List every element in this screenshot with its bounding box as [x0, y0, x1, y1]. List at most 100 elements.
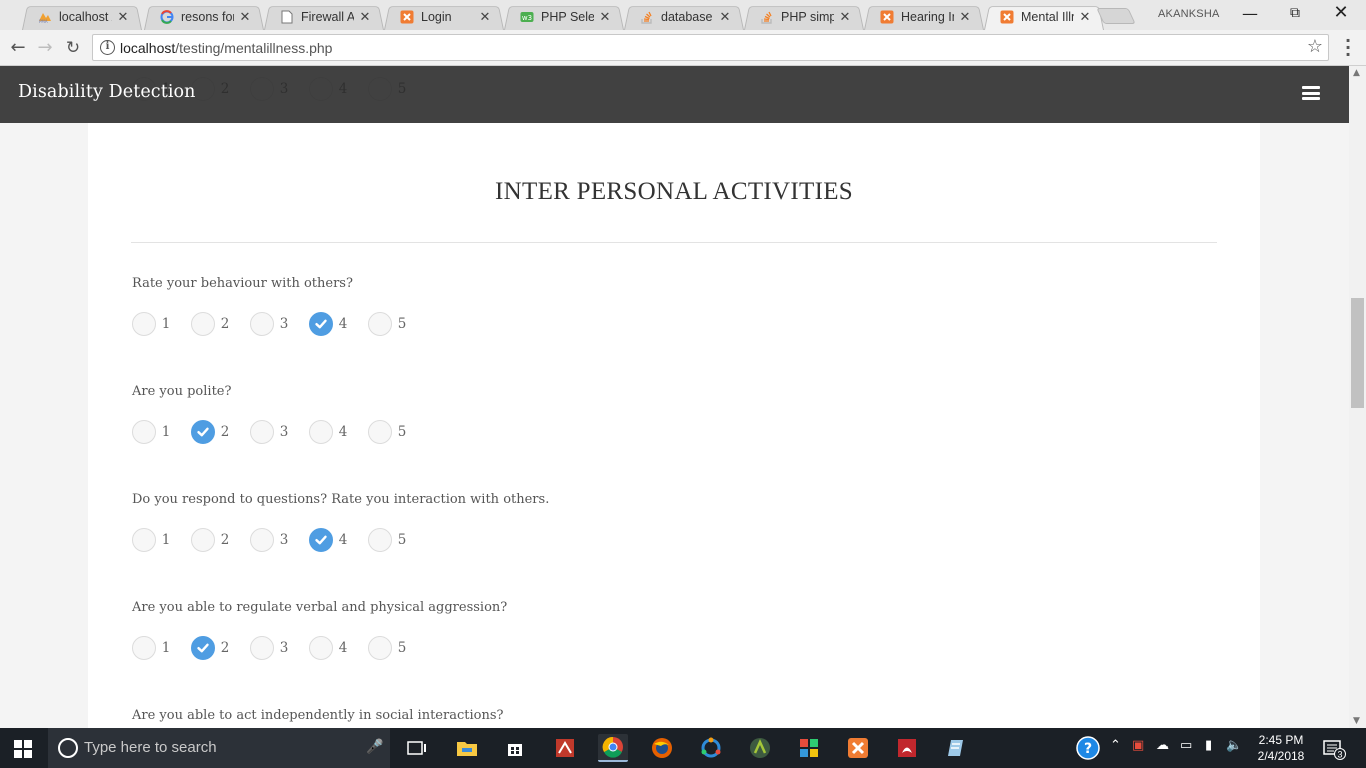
microphone-icon[interactable]: 🎤	[366, 739, 383, 755]
rating-option[interactable]: 1	[132, 312, 176, 336]
close-tab-icon[interactable]: ✕	[238, 9, 252, 25]
rating-option[interactable]: 2	[191, 528, 235, 552]
radio-checked[interactable]	[309, 528, 333, 552]
radio-checked[interactable]	[191, 636, 215, 660]
notepad-icon[interactable]	[941, 734, 971, 762]
browser-tab[interactable]: PHP simple ✕	[738, 4, 858, 30]
show-hidden-icons-icon[interactable]: ⌃	[1110, 738, 1121, 753]
rating-option[interactable]: 3	[250, 528, 294, 552]
rating-option[interactable]: 2	[191, 636, 235, 660]
rating-option[interactable]: 3	[250, 636, 294, 660]
rating-option[interactable]: 5	[368, 528, 412, 552]
close-tab-icon[interactable]: ✕	[358, 9, 372, 25]
rating-option[interactable]: 1	[132, 636, 176, 660]
close-tab-icon[interactable]: ✕	[958, 9, 972, 25]
restore-icon[interactable]: ⧉	[1280, 5, 1310, 21]
radio-button[interactable]	[132, 636, 156, 660]
close-tab-icon[interactable]: ✕	[116, 9, 130, 25]
radio-button[interactable]	[309, 636, 333, 660]
app-red-icon[interactable]	[550, 734, 580, 762]
onedrive-icon[interactable]: ☁	[1156, 738, 1169, 753]
rating-option[interactable]: 2	[191, 420, 235, 444]
xampp-icon[interactable]	[843, 734, 873, 762]
radio-button[interactable]	[368, 528, 392, 552]
rating-option[interactable]: 3	[250, 312, 294, 336]
rating-option[interactable]: 4	[309, 528, 353, 552]
bookmark-star-icon[interactable]: ☆	[1307, 36, 1323, 57]
scroll-up-arrow-icon[interactable]: ▲	[1353, 68, 1360, 78]
browser-tab[interactable]: resons for l ✕	[138, 4, 258, 30]
url-text[interactable]: localhost/testing/mentalillness.php	[120, 40, 332, 56]
rating-option[interactable]: 2	[191, 312, 235, 336]
browser-tab[interactable]: w3 PHP Select ✕	[498, 4, 618, 30]
browser-menu-icon[interactable]: · · ·	[1342, 33, 1354, 63]
action-center-icon[interactable]: 3	[1322, 738, 1348, 760]
rating-option[interactable]: 5	[368, 420, 412, 444]
page-scrollbar[interactable]: ▲ ▼	[1349, 66, 1366, 728]
rating-option[interactable]: 1	[132, 528, 176, 552]
minimize-icon[interactable]: —	[1235, 4, 1265, 23]
radio-checked[interactable]	[309, 312, 333, 336]
profile-name[interactable]: AKANKSHA	[1158, 8, 1220, 20]
taskbar-clock[interactable]: 2:45 PM 2/4/2018	[1250, 732, 1312, 764]
radio-checked[interactable]	[191, 420, 215, 444]
back-arrow-icon[interactable]: ←	[7, 37, 29, 59]
rating-option[interactable]: 4	[309, 636, 353, 660]
firefox-icon[interactable]	[647, 734, 677, 762]
browser-tab[interactable]: Mental Illne ✕	[978, 4, 1098, 30]
radio-button[interactable]	[191, 528, 215, 552]
windows-start-icon[interactable]	[14, 740, 32, 758]
reload-icon[interactable]: ↻	[62, 37, 84, 59]
radio-button[interactable]	[250, 420, 274, 444]
close-window-icon[interactable]: ✕	[1326, 2, 1356, 23]
info-icon[interactable]: i	[100, 40, 115, 55]
browser-tab[interactable]: Hearing Im ✕	[858, 4, 978, 30]
radio-button[interactable]	[250, 312, 274, 336]
radio-button[interactable]	[132, 420, 156, 444]
task-view-icon[interactable]	[402, 734, 432, 762]
rating-option[interactable]: 3	[250, 420, 294, 444]
taskbar-search-box[interactable]: Type here to search 🎤	[48, 728, 390, 768]
rating-option[interactable]: 1	[132, 420, 176, 444]
radio-button[interactable]	[368, 420, 392, 444]
file-explorer-icon[interactable]	[452, 734, 482, 762]
radio-button[interactable]	[309, 420, 333, 444]
network-icon[interactable]: ▭	[1180, 738, 1192, 753]
android-studio-icon[interactable]	[745, 734, 775, 762]
radio-button[interactable]	[250, 528, 274, 552]
rating-option[interactable]: 5	[368, 312, 412, 336]
site-brand[interactable]: Disability Detection	[18, 82, 196, 102]
battery-icon[interactable]: ▮	[1205, 738, 1212, 753]
browser-tab[interactable]: Firewall Aut ✕	[258, 4, 378, 30]
chrome-icon[interactable]	[598, 734, 628, 762]
radio-button[interactable]	[250, 636, 274, 660]
office-tiles-icon[interactable]	[794, 734, 824, 762]
forward-arrow-icon[interactable]: →	[34, 37, 56, 59]
scroll-down-arrow-icon[interactable]: ▼	[1353, 716, 1360, 726]
close-tab-icon[interactable]: ✕	[478, 9, 492, 25]
hamburger-menu-icon[interactable]	[1302, 86, 1320, 100]
radio-button[interactable]	[368, 312, 392, 336]
acrobat-icon[interactable]	[892, 734, 922, 762]
scrollbar-thumb[interactable]	[1351, 298, 1364, 408]
radio-button[interactable]	[191, 312, 215, 336]
close-tab-icon[interactable]: ✕	[598, 9, 612, 25]
address-bar[interactable]: i localhost/testing/mentalillness.php ☆	[92, 34, 1329, 61]
radio-button[interactable]	[132, 312, 156, 336]
help-icon[interactable]: ?	[1073, 734, 1103, 762]
browser-tab[interactable]: Login ✕	[378, 4, 498, 30]
radio-button[interactable]	[368, 636, 392, 660]
close-tab-icon[interactable]: ✕	[1078, 9, 1092, 25]
browser-tab[interactable]: PMA localhost / ✕	[16, 4, 136, 30]
close-tab-icon[interactable]: ✕	[718, 9, 732, 25]
new-tab-button[interactable]	[1096, 8, 1136, 24]
browser-tab[interactable]: database - ✕	[618, 4, 738, 30]
store-icon[interactable]	[500, 734, 530, 762]
volume-icon[interactable]: 🔈	[1226, 738, 1242, 753]
sync-app-icon[interactable]	[696, 734, 726, 762]
rating-option[interactable]: 5	[368, 636, 412, 660]
radio-button[interactable]	[132, 528, 156, 552]
close-tab-icon[interactable]: ✕	[838, 9, 852, 25]
rating-option[interactable]: 4	[309, 420, 353, 444]
gift-icon[interactable]: ▣	[1132, 738, 1144, 753]
